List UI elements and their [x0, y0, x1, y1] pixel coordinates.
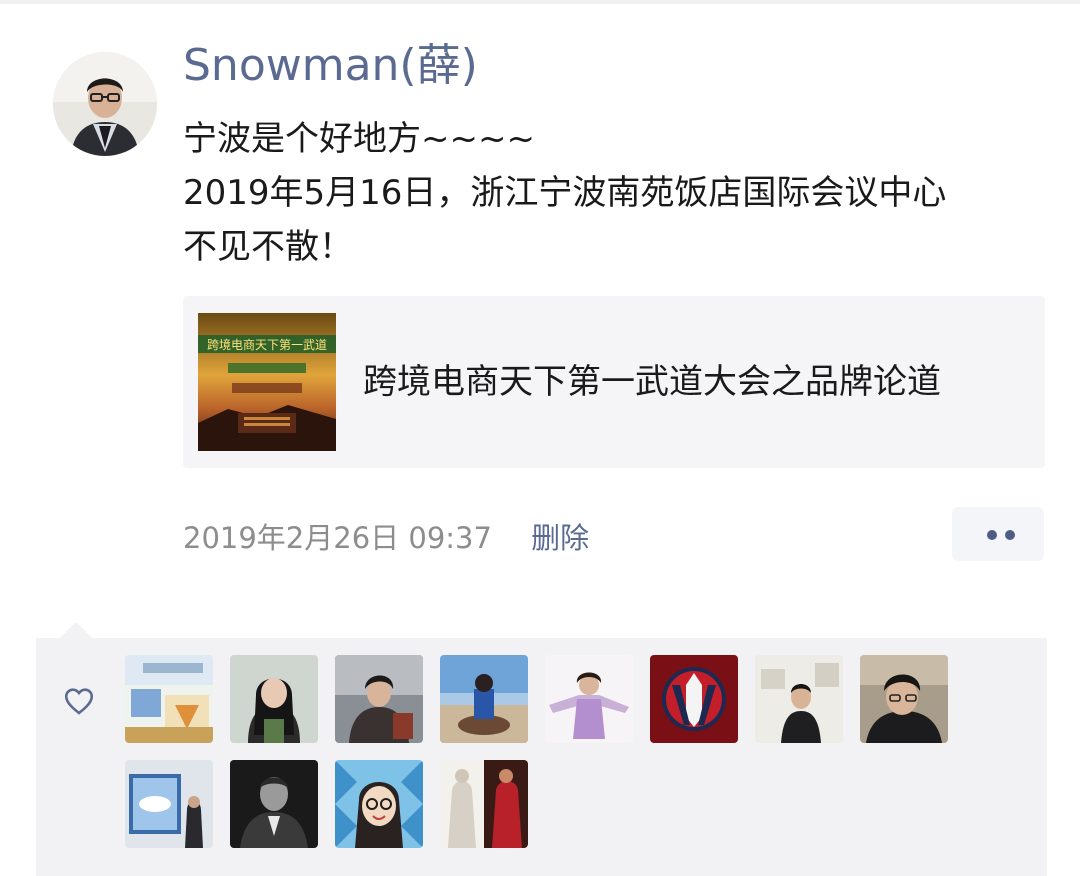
heart-outline-icon: [64, 688, 94, 715]
post-text: 宁波是个好地方~~~~ 2019年5月16日，浙江宁波南苑饭店国际会议中心 不见…: [183, 112, 1053, 274]
shared-link-card[interactable]: 跨境电商天下第一武道 跨境电商天下第一武道大会之品牌论道: [183, 296, 1045, 468]
more-dot-icon: [1005, 530, 1015, 540]
link-title: 跨境电商天下第一武道大会之品牌论道: [363, 362, 941, 402]
post-text-line: 2019年5月16日，浙江宁波南苑饭店国际会议中心: [183, 173, 947, 213]
delete-button[interactable]: 删除: [531, 521, 589, 555]
liker-avatar[interactable]: [545, 655, 633, 743]
post-timestamp: 2019年2月26日 09:37: [183, 521, 492, 555]
liker-avatar[interactable]: [755, 655, 843, 743]
post-meta: 2019年2月26日 09:37 删除: [183, 516, 589, 560]
thumbnail-title-text: 跨境电商天下第一武道: [207, 337, 327, 352]
liker-avatar[interactable]: [230, 655, 318, 743]
liker-avatar[interactable]: [440, 760, 528, 848]
liker-avatar[interactable]: [125, 760, 213, 848]
moment-post: Snowman(薛) 宁波是个好地方~~~~ 2019年5月16日，浙江宁波南苑…: [0, 0, 1080, 876]
liker-avatar[interactable]: [125, 655, 213, 743]
liker-avatar[interactable]: [335, 655, 423, 743]
liker-avatar[interactable]: [860, 655, 948, 743]
liker-avatar[interactable]: [440, 655, 528, 743]
author-avatar[interactable]: [53, 52, 157, 156]
top-divider: [0, 0, 1080, 4]
more-options-button[interactable]: [952, 507, 1044, 561]
post-text-line: 宁波是个好地方~~~~: [183, 119, 535, 159]
post-text-line: 不见不散！: [183, 227, 353, 267]
liker-avatar[interactable]: [650, 655, 738, 743]
likes-panel-notch: [60, 622, 92, 638]
liker-avatar[interactable]: [230, 760, 318, 848]
liker-avatar[interactable]: [335, 760, 423, 848]
author-name[interactable]: Snowman(薛): [183, 38, 478, 94]
more-dot-icon: [987, 530, 997, 540]
link-thumbnail: 跨境电商天下第一武道: [198, 313, 336, 451]
